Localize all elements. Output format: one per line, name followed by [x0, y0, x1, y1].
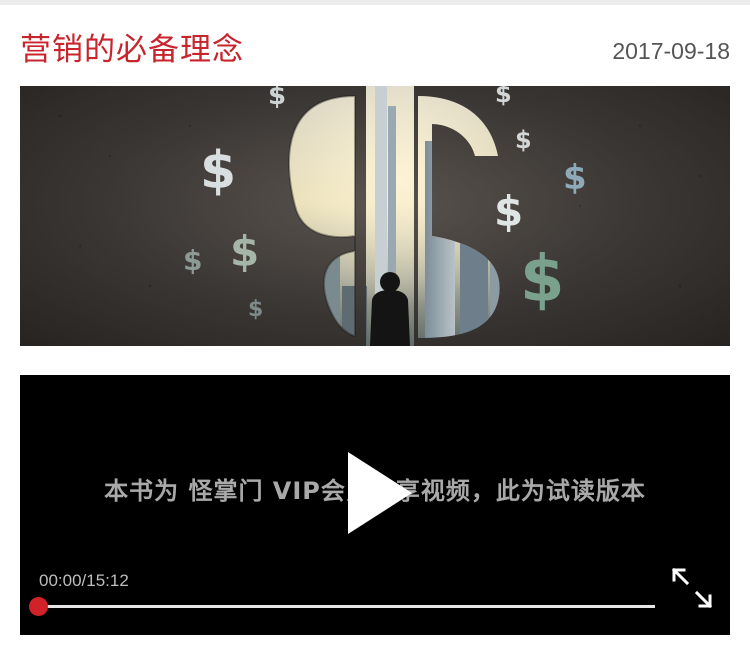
- svg-text:$: $: [495, 86, 512, 108]
- svg-text:$: $: [248, 297, 263, 322]
- article-title: 营销的必备理念: [20, 32, 244, 68]
- fullscreen-icon: [671, 567, 713, 609]
- play-button[interactable]: [342, 448, 416, 538]
- video-progress-handle[interactable]: [29, 597, 48, 616]
- svg-text:$: $: [230, 227, 259, 276]
- svg-text:$: $: [268, 86, 286, 111]
- play-icon: [348, 452, 412, 534]
- video-time: 00:00/15:12: [39, 571, 129, 590]
- svg-text:$: $: [494, 187, 523, 236]
- video-player[interactable]: 本书为 怪掌门 VIP会员专享视频，此为试读版本 00:00/15:12: [20, 375, 730, 635]
- svg-text:$: $: [563, 158, 587, 198]
- svg-text:$: $: [520, 243, 565, 317]
- banner-image: $ $ $ $ $ $ $ $ $ $: [20, 86, 730, 346]
- dollar-sign-cityscape-image: $ $ $ $ $ $ $ $ $ $: [58, 86, 702, 346]
- svg-text:$: $: [183, 244, 202, 277]
- fullscreen-button[interactable]: [671, 567, 713, 609]
- svg-text:$: $: [200, 141, 236, 201]
- top-divider: [0, 0, 750, 5]
- article-header: 营销的必备理念 2017-09-18: [20, 22, 730, 72]
- svg-text:$: $: [515, 126, 532, 154]
- article-date: 2017-09-18: [612, 38, 730, 64]
- video-progress-bar[interactable]: [39, 605, 655, 608]
